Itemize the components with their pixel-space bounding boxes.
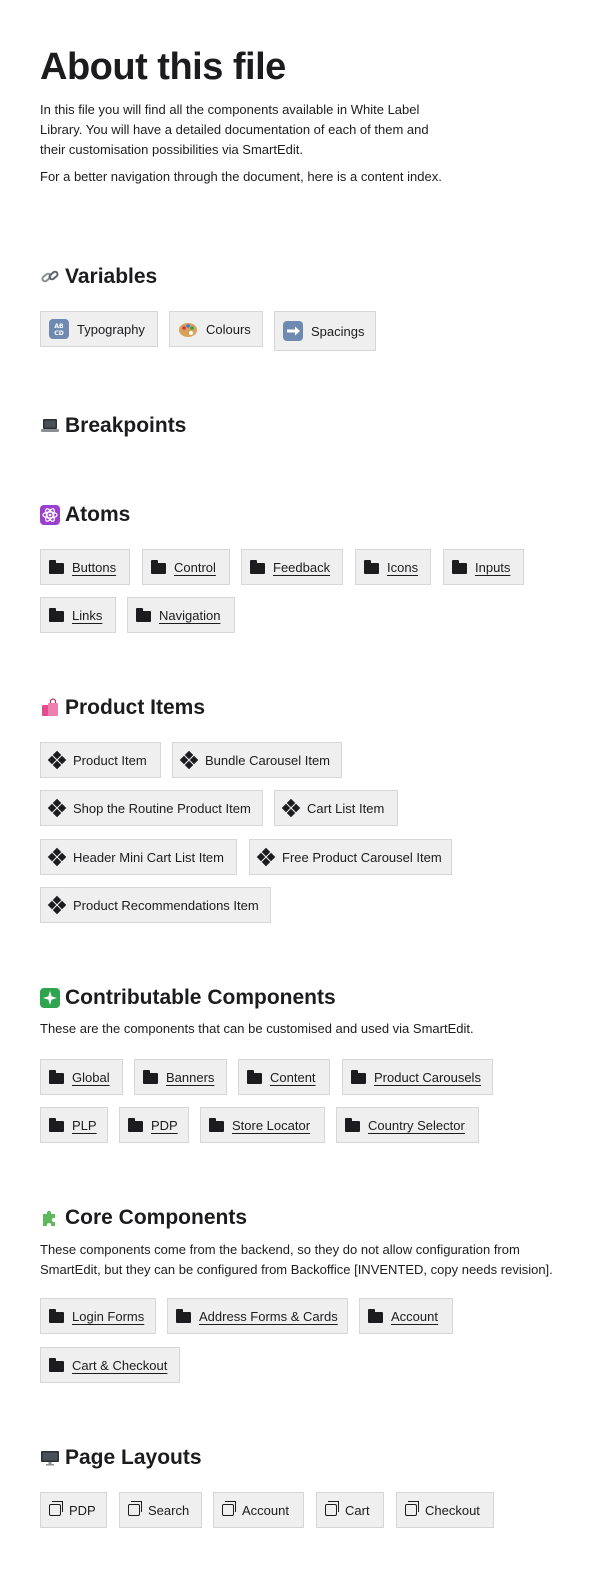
chip-cart-checkout[interactable]: Cart & Checkout <box>40 1347 180 1383</box>
page-title: About this file <box>40 46 286 88</box>
chip-navigation[interactable]: Navigation <box>127 597 235 633</box>
folder-icon <box>143 1069 158 1084</box>
folder-icon <box>136 607 151 622</box>
folder-icon <box>128 1117 143 1132</box>
folder-icon <box>368 1308 383 1323</box>
chip-layout-cart[interactable]: Cart <box>316 1492 384 1528</box>
chip-icons[interactable]: Icons <box>355 549 431 585</box>
section-title-contributable-components: Contributable Components <box>40 984 336 1012</box>
intro-paragraph: In this file you will find all the compo… <box>40 102 429 157</box>
shopping-bags-icon <box>40 698 60 718</box>
chip-bundle-carousel-item[interactable]: Bundle Carousel Item <box>172 742 342 778</box>
abcd-icon: AB CD <box>49 319 69 339</box>
page-icon <box>49 1501 63 1516</box>
svg-text:CD: CD <box>54 330 63 337</box>
folder-icon <box>49 1308 64 1323</box>
chip-layout-pdp[interactable]: PDP <box>40 1492 107 1528</box>
chip-login-forms[interactable]: Login Forms <box>40 1298 156 1334</box>
chip-account[interactable]: Account <box>359 1298 453 1334</box>
chip-banners[interactable]: Banners <box>134 1059 227 1095</box>
folder-icon <box>452 559 467 574</box>
chip-product-carousels[interactable]: Product Carousels <box>342 1059 493 1095</box>
sparkles-icon <box>40 988 60 1008</box>
folder-icon <box>364 559 379 574</box>
chip-control[interactable]: Control <box>142 549 230 585</box>
chip-pdp[interactable]: PDP <box>119 1107 189 1143</box>
folder-icon <box>49 1357 64 1372</box>
page-icon <box>405 1501 419 1516</box>
chip-spacings[interactable]: Spacings <box>274 311 376 351</box>
chip-plp[interactable]: PLP <box>40 1107 108 1143</box>
svg-text:AB: AB <box>54 323 64 330</box>
page: About this file In this file you will fi… <box>0 0 606 1575</box>
chip-shop-the-routine-product-item[interactable]: Shop the Routine Product Item <box>40 790 263 826</box>
chip-product-recommendations-item[interactable]: Product Recommendations Item <box>40 887 271 923</box>
section-title-atoms: Atoms <box>40 501 130 529</box>
folder-icon <box>209 1117 224 1132</box>
page-icon <box>325 1501 339 1516</box>
section-title-breakpoints: Breakpoints <box>40 412 186 440</box>
component-icon <box>47 798 67 818</box>
right-arrow-icon <box>283 321 303 341</box>
component-icon <box>47 847 67 867</box>
folder-icon <box>49 559 64 574</box>
component-icon <box>47 750 67 770</box>
chip-country-selector[interactable]: Country Selector <box>336 1107 479 1143</box>
chip-address-forms-cards[interactable]: Address Forms & Cards <box>167 1298 348 1334</box>
folder-icon <box>49 1117 64 1132</box>
laptop-icon <box>40 416 60 436</box>
folder-icon <box>351 1069 366 1084</box>
chip-store-locator[interactable]: Store Locator <box>200 1107 325 1143</box>
component-icon <box>47 895 67 915</box>
intro: In this file you will find all the compo… <box>40 100 450 194</box>
section-title-product-items: Product Items <box>40 694 205 722</box>
chip-feedback[interactable]: Feedback <box>241 549 343 585</box>
section-description: These components come from the backend, … <box>40 1242 553 1277</box>
chip-cart-list-item[interactable]: Cart List Item <box>274 790 398 826</box>
section-title-variables: Variables <box>40 263 157 291</box>
chip-buttons[interactable]: Buttons <box>40 549 130 585</box>
palette-icon <box>178 319 198 339</box>
section-title-page-layouts: Page Layouts <box>40 1444 202 1472</box>
folder-icon <box>250 559 265 574</box>
atom-icon <box>40 505 60 525</box>
page-icon <box>222 1501 236 1516</box>
chip-typography[interactable]: AB CD Typography <box>40 311 158 347</box>
puzzle-icon <box>40 1208 60 1228</box>
folder-icon <box>49 1069 64 1084</box>
chip-layout-checkout[interactable]: Checkout <box>396 1492 494 1528</box>
page-icon <box>128 1501 142 1516</box>
chip-layout-search[interactable]: Search <box>119 1492 202 1528</box>
chip-inputs[interactable]: Inputs <box>443 549 524 585</box>
chip-layout-account[interactable]: Account <box>213 1492 304 1528</box>
component-icon <box>256 847 276 867</box>
folder-icon <box>247 1069 262 1084</box>
component-icon <box>179 750 199 770</box>
chip-content[interactable]: Content <box>238 1059 330 1095</box>
chip-product-item[interactable]: Product Item <box>40 742 161 778</box>
section-title-core-components: Core Components <box>40 1204 247 1232</box>
component-icon <box>281 798 301 818</box>
chip-global[interactable]: Global <box>40 1059 123 1095</box>
chip-free-product-carousel-item[interactable]: Free Product Carousel Item <box>249 839 452 875</box>
folder-icon <box>345 1117 360 1132</box>
chip-header-mini-cart-list-item[interactable]: Header Mini Cart List Item <box>40 839 237 875</box>
folder-icon <box>176 1308 191 1323</box>
desktop-icon <box>40 1448 60 1468</box>
intro-paragraph: For a better navigation through the docu… <box>40 169 442 184</box>
folder-icon <box>49 607 64 622</box>
section-description: These are the components that can be cus… <box>40 1021 474 1036</box>
chip-links[interactable]: Links <box>40 597 116 633</box>
link-icon <box>40 267 60 287</box>
folder-icon <box>151 559 166 574</box>
chip-colours[interactable]: Colours <box>169 311 263 347</box>
